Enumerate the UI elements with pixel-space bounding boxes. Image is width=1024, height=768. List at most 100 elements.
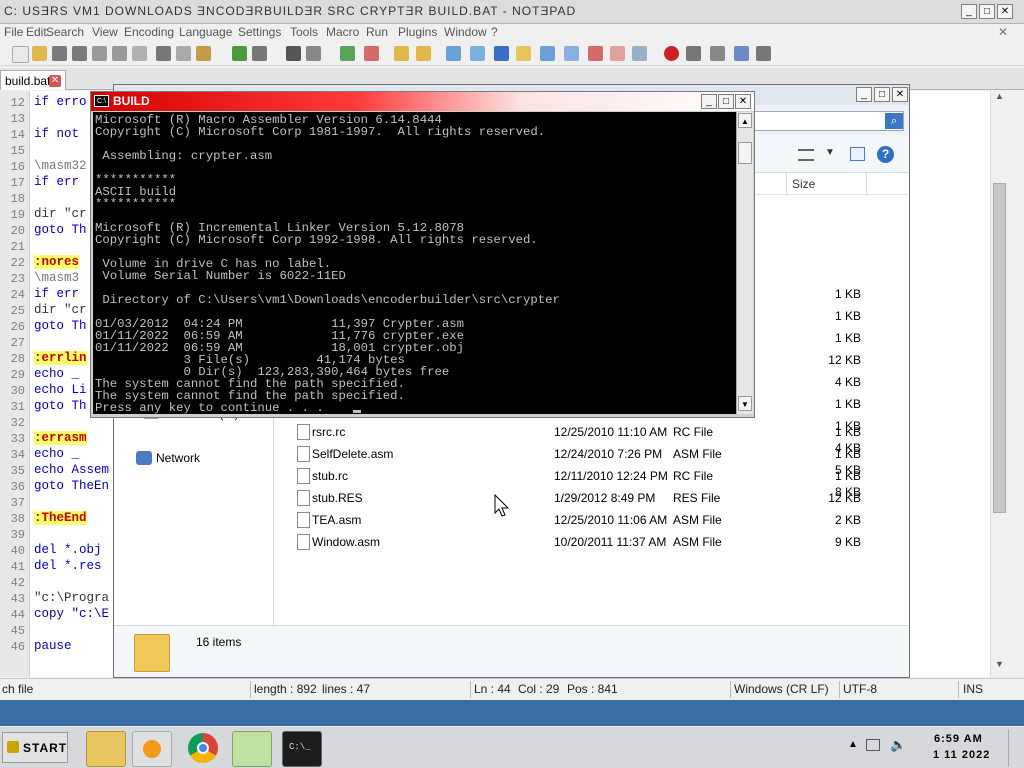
search-icon[interactable]: ⌕ xyxy=(885,113,903,129)
copy-icon[interactable] xyxy=(176,46,191,61)
menu-tools[interactable]: Tools xyxy=(290,25,318,39)
undo-icon[interactable] xyxy=(232,46,247,61)
taskbar-notepadpp-icon[interactable] xyxy=(232,731,272,767)
print-icon[interactable] xyxy=(132,46,147,61)
open-file-icon[interactable] xyxy=(32,46,47,61)
save-icon[interactable] xyxy=(52,46,67,61)
sync-vertical-icon[interactable] xyxy=(394,46,409,61)
explorer-close-button[interactable]: ✕ xyxy=(892,87,908,102)
menu-file[interactable]: File xyxy=(4,25,23,39)
taskbar-console-icon[interactable]: C:\_ xyxy=(282,731,322,767)
menu-settings[interactable]: Settings xyxy=(238,25,281,39)
editor-vertical-scrollbar[interactable]: ▲ ▼ xyxy=(990,91,1007,677)
menu-help[interactable]: ? xyxy=(491,25,498,39)
save-all-icon[interactable] xyxy=(72,46,87,61)
close-file-icon[interactable] xyxy=(92,46,107,61)
console-maximize-button[interactable]: □ xyxy=(718,94,734,109)
menu-run[interactable]: Run xyxy=(366,25,388,39)
status-insert-mode: INS xyxy=(963,682,984,696)
file-row[interactable]: stub.RES 1/29/2012 8:49 PM RES File 12 K… xyxy=(276,487,909,509)
preview-pane-icon[interactable] xyxy=(850,147,865,161)
volume-icon[interactable]: 🔈 xyxy=(890,737,906,753)
explorer-search-input[interactable]: ⌕ xyxy=(754,111,904,131)
scroll-thumb[interactable] xyxy=(993,183,1006,513)
line-number: 12 xyxy=(10,96,25,110)
indent-guide-icon[interactable] xyxy=(494,46,509,61)
line-number-gutter: 12 13 14 15 16 17 18 19 20 21 22 23 24 2… xyxy=(0,91,30,677)
file-row[interactable]: Window.asm 10/20/2011 11:37 AM ASM File … xyxy=(276,531,909,553)
menu-view[interactable]: View xyxy=(92,25,118,39)
tray-expand-icon[interactable]: ▲ xyxy=(848,739,858,750)
notepadpp-title-bar[interactable]: C: USƎRS VM1 DOWNLOADS ƎNCODƎRBUILDƎR SR… xyxy=(0,0,1024,24)
console-minimize-button[interactable]: _ xyxy=(701,94,717,109)
header-divider xyxy=(786,173,787,195)
cut-icon[interactable] xyxy=(156,46,171,61)
find-icon[interactable] xyxy=(286,46,301,61)
clock-date[interactable]: 1 11 2022 xyxy=(933,749,990,761)
console-close-button[interactable]: ✕ xyxy=(735,94,751,109)
explorer-maximize-button[interactable]: □ xyxy=(874,87,890,102)
eye-icon[interactable] xyxy=(632,46,647,61)
monitoring-icon[interactable] xyxy=(610,46,625,61)
doc-map-icon[interactable] xyxy=(540,46,555,61)
close-all-icon[interactable] xyxy=(112,46,127,61)
folder-as-workspace-icon[interactable] xyxy=(588,46,603,61)
close-button[interactable]: ✕ xyxy=(997,4,1013,19)
scroll-up-icon[interactable]: ▲ xyxy=(738,113,752,128)
play-macro-icon[interactable] xyxy=(710,46,725,61)
word-wrap-icon[interactable] xyxy=(446,46,461,61)
udl-icon[interactable] xyxy=(516,46,531,61)
taskbar-explorer-icon[interactable] xyxy=(86,731,126,767)
console-vertical-scrollbar[interactable]: ▲ ▼ xyxy=(736,112,753,414)
tab-build-bat[interactable]: build.bat ✕ xyxy=(0,70,66,90)
line-number: 41 xyxy=(10,560,25,574)
menu-search[interactable]: Search xyxy=(46,25,84,39)
menu-macro[interactable]: Macro xyxy=(326,25,359,39)
taskbar-chrome-icon[interactable] xyxy=(184,731,222,765)
show-all-chars-icon[interactable] xyxy=(470,46,485,61)
console-output[interactable]: Microsoft (R) Macro Assembler Version 6.… xyxy=(93,112,736,414)
stop-macro-icon[interactable] xyxy=(686,46,701,61)
minimize-button[interactable]: _ xyxy=(961,4,977,19)
start-button[interactable]: START xyxy=(2,732,68,763)
taskbar-media-player-icon[interactable] xyxy=(132,731,172,767)
menu-edit[interactable]: Edit xyxy=(26,25,47,39)
nav-network[interactable]: Network xyxy=(156,451,200,465)
zoom-in-icon[interactable] xyxy=(340,46,355,61)
paste-icon[interactable] xyxy=(196,46,211,61)
record-macro-icon[interactable] xyxy=(664,46,679,61)
menu-encoding[interactable]: Encoding xyxy=(124,25,174,39)
file-row[interactable]: stub.rc 12/11/2010 12:24 PM RC File 1 KB xyxy=(276,465,909,487)
clock-time[interactable]: 6:59 AM xyxy=(934,733,983,745)
maximize-button[interactable]: □ xyxy=(979,4,995,19)
file-row[interactable]: SelfDelete.asm 12/24/2010 7:26 PM ASM Fi… xyxy=(276,443,909,465)
network-tray-icon[interactable] xyxy=(866,739,880,751)
redo-icon[interactable] xyxy=(252,46,267,61)
save-macro-icon[interactable] xyxy=(756,46,771,61)
play-multiple-icon[interactable] xyxy=(734,46,749,61)
scroll-down-icon[interactable]: ▼ xyxy=(992,659,1007,675)
function-list-icon[interactable] xyxy=(564,46,579,61)
code-line: goto Th xyxy=(34,399,87,413)
file-row[interactable]: rsrc.rc 12/25/2010 11:10 AM RC File 1 KB xyxy=(276,421,909,443)
close-document-icon[interactable]: ✕ xyxy=(998,25,1008,39)
new-file-icon[interactable] xyxy=(12,46,29,63)
menu-window[interactable]: Window xyxy=(444,25,487,39)
scroll-up-icon[interactable]: ▲ xyxy=(992,91,1007,107)
scroll-thumb[interactable] xyxy=(738,142,752,164)
help-icon[interactable]: ? xyxy=(877,146,894,163)
chevron-down-icon[interactable]: ▼ xyxy=(825,147,835,158)
zoom-out-icon[interactable] xyxy=(364,46,379,61)
column-header-size[interactable]: Size xyxy=(792,177,815,191)
sync-horizontal-icon[interactable] xyxy=(416,46,431,61)
view-options-icon[interactable] xyxy=(798,149,814,161)
tab-close-icon[interactable]: ✕ xyxy=(49,75,61,87)
file-row[interactable]: TEA.asm 12/25/2010 11:06 AM ASM File 2 K… xyxy=(276,509,909,531)
menu-language[interactable]: Language xyxy=(179,25,232,39)
menu-plugins[interactable]: Plugins xyxy=(398,25,437,39)
scroll-down-icon[interactable]: ▼ xyxy=(738,396,752,411)
replace-icon[interactable] xyxy=(306,46,321,61)
explorer-minimize-button[interactable]: _ xyxy=(856,87,872,102)
show-desktop-button[interactable] xyxy=(1008,729,1022,767)
console-title-bar[interactable]: C:\ BUILD _ □ ✕ xyxy=(91,92,754,111)
